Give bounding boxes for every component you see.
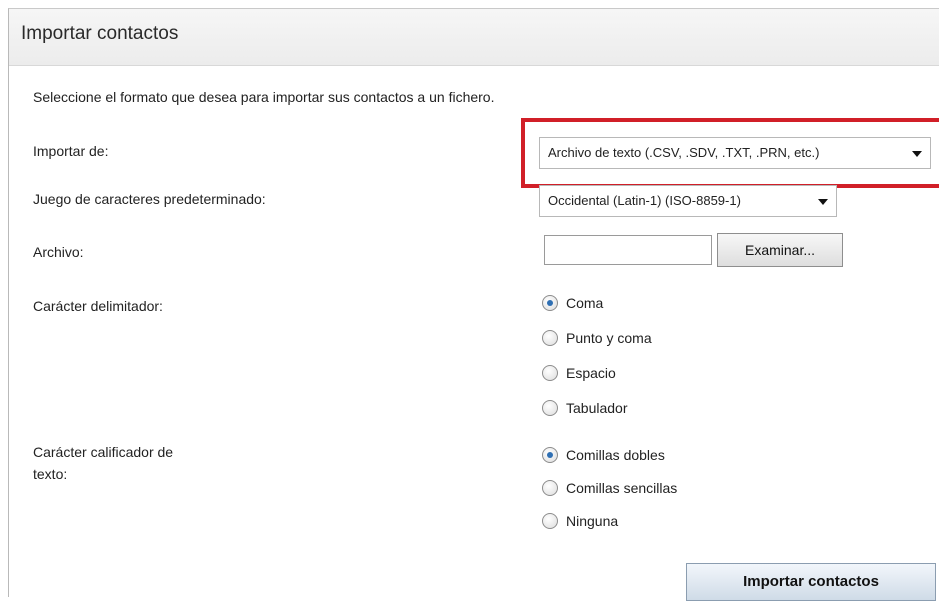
radio-button-icon[interactable] [542,295,558,311]
qualifier-label-line1: Carácter calificador de [33,444,174,460]
qualifier-option-label: Ninguna [566,513,619,529]
intro-text: Seleccione el formato que desea para imp… [33,89,495,105]
delimiter-option[interactable]: Punto y coma [542,326,652,350]
qualifier-option-label: Comillas dobles [566,447,665,463]
qualifier-option[interactable]: Ninguna [542,509,618,533]
qualifier-label-line2: texto: [33,466,68,482]
radio-button-icon[interactable] [542,400,558,416]
panel-header: Importar contactos [9,9,939,66]
delimiter-label: Carácter delimitador: [33,298,163,314]
file-label: Archivo: [33,244,84,260]
delimiter-option[interactable]: Tabulador [542,396,628,420]
delimiter-option-label: Tabulador [566,400,628,416]
charset-value: Occidental (Latin-1) (ISO-8859-1) [548,193,741,208]
qualifier-option[interactable]: Comillas sencillas [542,476,677,500]
qualifier-label: Carácter calificador de texto: [33,441,173,485]
delimiter-option-label: Punto y coma [566,330,652,346]
browse-button[interactable]: Examinar... [717,233,843,267]
radio-button-icon[interactable] [542,480,558,496]
delimiter-option-label: Espacio [566,365,616,381]
highlight-box [521,118,939,188]
radio-button-icon[interactable] [542,513,558,529]
qualifier-option-label: Comillas sencillas [566,480,678,496]
radio-button-icon[interactable] [542,447,558,463]
charset-label: Juego de caracteres predeterminado: [33,191,266,207]
import-from-label: Importar de: [33,143,109,159]
import-contacts-button[interactable]: Importar contactos [686,563,936,601]
page-title: Importar contactos [21,23,179,44]
chevron-down-icon [818,199,828,205]
qualifier-option[interactable]: Comillas dobles [542,443,665,467]
charset-select[interactable]: Occidental (Latin-1) (ISO-8859-1) [539,185,837,217]
radio-button-icon[interactable] [542,330,558,346]
delimiter-option[interactable]: Espacio [542,361,616,385]
import-contacts-panel: Importar contactos Seleccione el formato… [8,8,939,601]
delimiter-option[interactable]: Coma [542,291,603,315]
file-input[interactable] [544,235,712,265]
delimiter-option-label: Coma [566,295,604,311]
radio-button-icon[interactable] [542,365,558,381]
